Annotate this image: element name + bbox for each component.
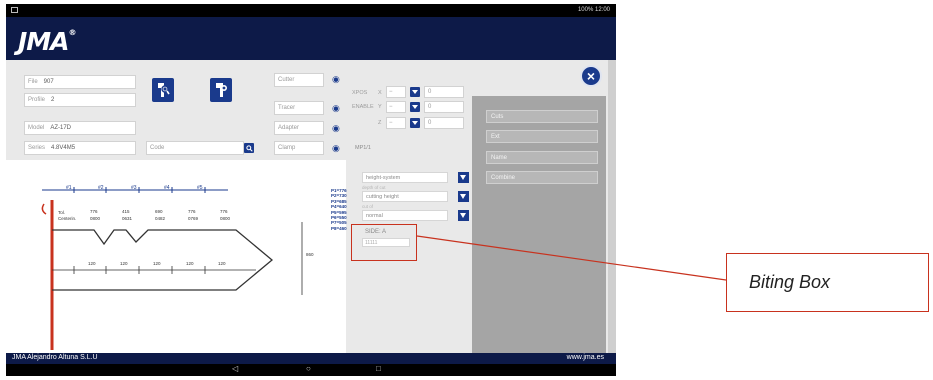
callout-box: Biting Box — [726, 253, 929, 312]
callout-label: Biting Box — [749, 272, 831, 292]
callout-connector — [416, 235, 727, 281]
screenshot-root: 100% 12:00 JMA® File 907 Profile 2 Model AZ… — [0, 0, 933, 380]
